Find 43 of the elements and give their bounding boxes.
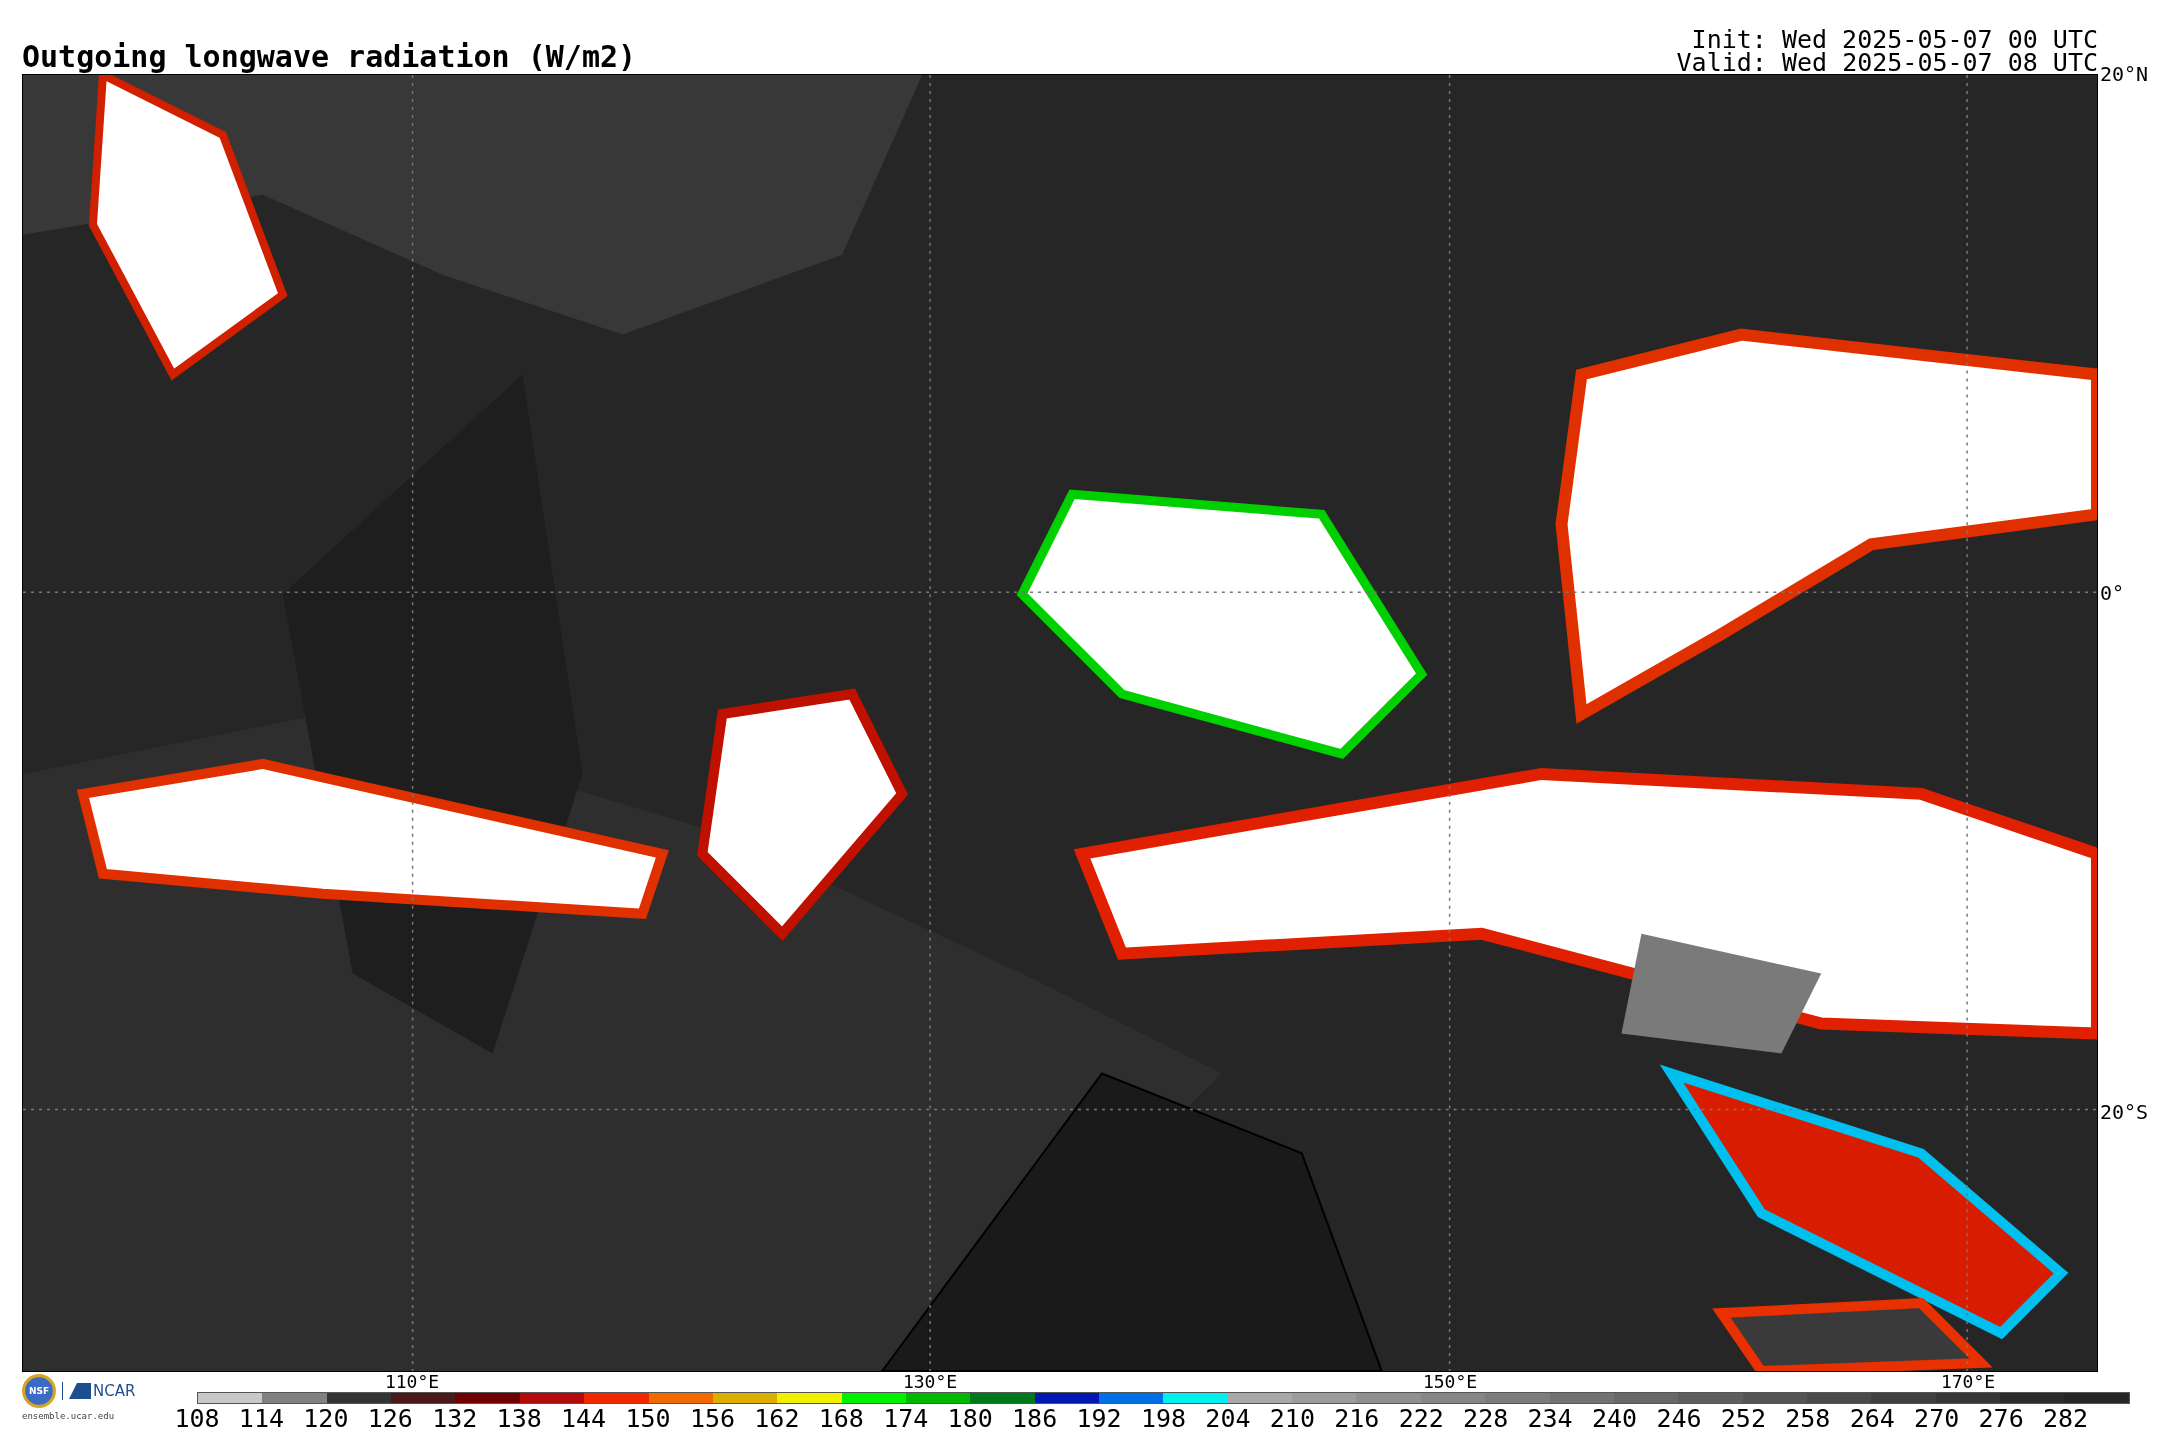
valid-time: Valid: Wed 2025-05-07 08 UTC bbox=[1676, 51, 2098, 74]
longitude-label: 130°E bbox=[902, 1373, 958, 1391]
scale-label: 174 bbox=[883, 1405, 929, 1432]
scale-label: 264 bbox=[1849, 1405, 1895, 1432]
latitude-label: 20°S bbox=[2100, 1102, 2149, 1123]
scale-label: 282 bbox=[2043, 1405, 2089, 1432]
scale-label: 240 bbox=[1591, 1405, 1638, 1432]
scale-label: 156 bbox=[689, 1405, 736, 1432]
nsf-logo: NSF bbox=[22, 1374, 56, 1408]
ncar-logo: NCAR bbox=[62, 1382, 136, 1400]
scale-label: 216 bbox=[1334, 1405, 1380, 1432]
scale-label: 180 bbox=[947, 1405, 993, 1432]
scale-label: 258 bbox=[1785, 1405, 1831, 1432]
latitude-label: 0° bbox=[2100, 583, 2125, 604]
scale-label: 192 bbox=[1076, 1405, 1122, 1432]
scale-label: 228 bbox=[1463, 1405, 1509, 1432]
scale-label: 132 bbox=[432, 1405, 478, 1432]
latitude-label: 20°N bbox=[2100, 64, 2149, 84]
scale-label: 150 bbox=[625, 1405, 671, 1432]
chart-title: Outgoing longwave radiation (W/m2) bbox=[22, 42, 637, 72]
site-url: ensemble.ucar.edu bbox=[22, 1411, 115, 1421]
scale-label: 138 bbox=[496, 1405, 542, 1432]
scale-label: 114 bbox=[238, 1405, 284, 1432]
scale-label: 246 bbox=[1656, 1405, 1702, 1432]
longitude-label: 170°E bbox=[1940, 1373, 1996, 1391]
scale-label: 204 bbox=[1205, 1405, 1251, 1432]
longitude-label: 110°E bbox=[384, 1373, 440, 1391]
scale-label: 162 bbox=[754, 1405, 800, 1432]
scale-label: 234 bbox=[1527, 1405, 1573, 1432]
init-time: Init: Wed 2025-05-07 00 UTC bbox=[1691, 28, 2098, 51]
scale-label: 270 bbox=[1914, 1405, 1960, 1432]
scale-label: 120 bbox=[303, 1405, 349, 1432]
scale-label: 222 bbox=[1398, 1405, 1444, 1432]
scale-label: 108 bbox=[174, 1405, 220, 1432]
scale-label: 186 bbox=[1012, 1405, 1058, 1432]
scale-label: 144 bbox=[561, 1405, 607, 1432]
scale-label: 210 bbox=[1269, 1405, 1315, 1432]
scale-label: 198 bbox=[1140, 1405, 1187, 1432]
longitude-label: 150°E bbox=[1422, 1373, 1478, 1391]
scale-label: 168 bbox=[818, 1405, 864, 1432]
scale-label: 276 bbox=[1978, 1405, 2024, 1432]
scale-label: 126 bbox=[367, 1405, 413, 1432]
scale-label: 252 bbox=[1720, 1405, 1766, 1432]
